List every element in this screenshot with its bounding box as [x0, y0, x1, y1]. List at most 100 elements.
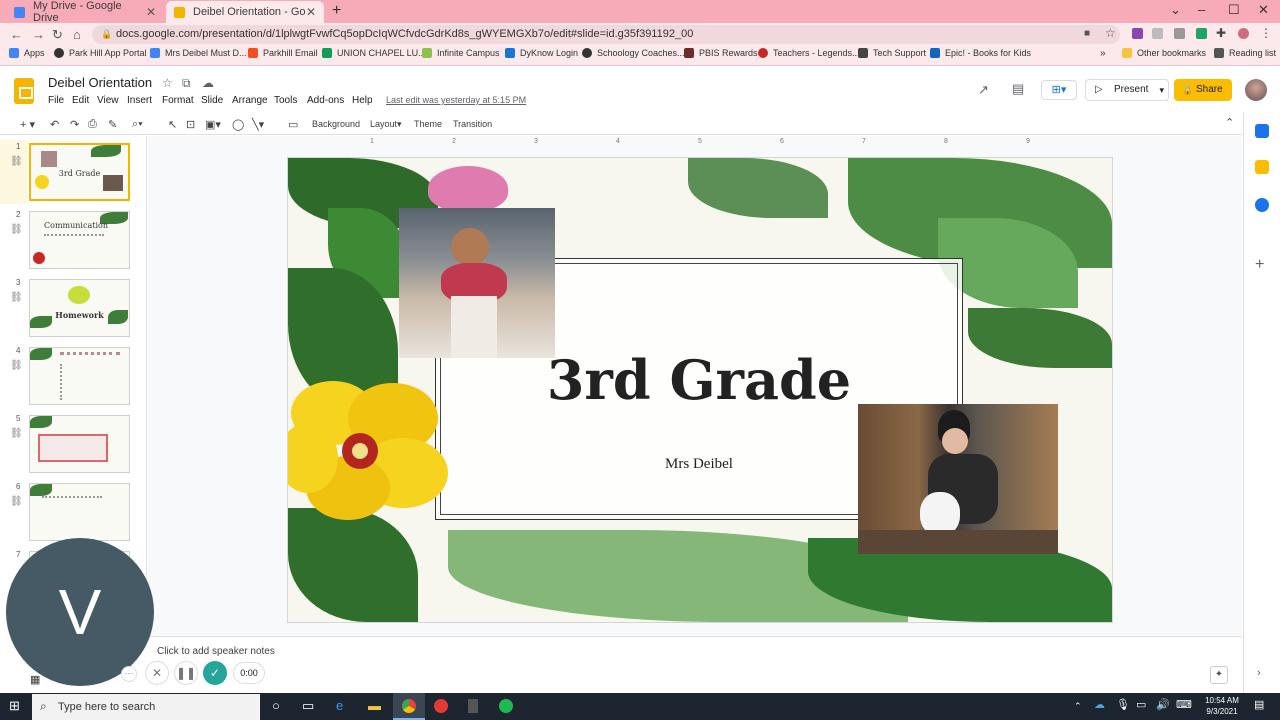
recorder-cancel-button[interactable]: ✕: [145, 661, 169, 685]
bookmark-item[interactable]: Epic! - Books for Kids: [930, 48, 1031, 58]
reload-icon[interactable]: ↻: [52, 27, 63, 43]
minimize-button[interactable]: –: [1198, 2, 1205, 17]
slide-thumbnail-2[interactable]: Communication: [29, 211, 130, 269]
extensions-puzzle-icon[interactable]: ✚: [1216, 26, 1226, 40]
document-title[interactable]: Deibel Orientation: [48, 75, 152, 90]
slide-thumbnail-4[interactable]: [29, 347, 130, 405]
bookmark-item[interactable]: DyKnow Login: [505, 48, 578, 58]
bookmark-item[interactable]: Infinite Campus: [422, 48, 500, 58]
menu-add-ons[interactable]: Add-ons: [307, 95, 344, 106]
image-icon[interactable]: ▣▾: [205, 118, 221, 131]
home-icon[interactable]: ⌂: [73, 27, 81, 42]
app-icon[interactable]: [434, 699, 448, 713]
slide-thumbnail-3[interactable]: Homework: [29, 279, 130, 337]
calendar-icon[interactable]: [1255, 124, 1269, 138]
camera-icon[interactable]: ■: [1084, 28, 1090, 39]
spotify-icon[interactable]: [499, 699, 513, 713]
bookmark-item[interactable]: Parkhill Email: [248, 48, 318, 58]
forward-icon[interactable]: →: [32, 27, 45, 42]
present-button[interactable]: ▷ Present ▾: [1085, 79, 1169, 101]
bookmark-item[interactable]: Mrs Deibel Must D...: [150, 48, 247, 58]
speaker-notes-area[interactable]: [148, 636, 1242, 666]
url-input[interactable]: docs.google.com/presentation/d/1lplwgtFv…: [92, 25, 1120, 44]
layout-button[interactable]: Layout▾: [370, 119, 402, 130]
menu-arrange[interactable]: Arrange: [232, 95, 268, 106]
teacher-photo-with-dog[interactable]: [858, 404, 1058, 554]
menu-format[interactable]: Format: [162, 95, 194, 106]
notifications-icon[interactable]: ▤: [1254, 698, 1264, 711]
explore-icon[interactable]: ✦: [1210, 666, 1228, 684]
get-add-ons-plus-icon[interactable]: +: [1255, 256, 1264, 274]
share-button[interactable]: 🔒 Share: [1174, 79, 1232, 101]
file-explorer-icon[interactable]: ▬: [368, 698, 381, 713]
onedrive-icon[interactable]: ☁: [1094, 698, 1105, 711]
menu-edit[interactable]: Edit: [72, 95, 89, 106]
tasks-icon[interactable]: [1255, 198, 1269, 212]
extension-icon[interactable]: [1174, 28, 1185, 39]
windows-start-icon[interactable]: ⊞: [9, 698, 20, 714]
filmstrip-view-icon[interactable]: ▦: [30, 673, 40, 686]
maximize-button[interactable]: ☐: [1228, 2, 1240, 18]
account-avatar[interactable]: [1245, 79, 1267, 101]
tab-deibel-orientation[interactable]: Deibel Orientation - Google Slid ✕: [166, 1, 324, 23]
more-bookmarks-icon[interactable]: »: [1100, 48, 1106, 59]
back-icon[interactable]: ←: [10, 27, 23, 42]
microphone-icon[interactable]: 🎙: [1116, 698, 1130, 711]
task-view-icon[interactable]: ▭: [302, 698, 314, 714]
recorder-more-icon[interactable]: ···: [121, 666, 137, 682]
bookmark-apps[interactable]: Apps: [9, 48, 45, 58]
menu-view[interactable]: View: [97, 95, 119, 106]
volume-icon[interactable]: 🔊: [1156, 698, 1170, 711]
slide-thumbnail-6[interactable]: [29, 483, 130, 541]
tray-chevron-icon[interactable]: ⌃: [1074, 701, 1082, 712]
bookmark-item[interactable]: Teachers - Legends...: [758, 48, 860, 58]
menu-tools[interactable]: Tools: [274, 95, 297, 106]
speaker-notes-placeholder[interactable]: Click to add speaker notes: [157, 646, 275, 657]
new-meeting-button[interactable]: ⊞▾: [1041, 80, 1077, 100]
shape-icon[interactable]: ◯: [232, 118, 244, 131]
keep-icon[interactable]: [1255, 160, 1269, 174]
recorder-pause-button[interactable]: ❚❚: [174, 661, 198, 685]
app-icon[interactable]: [468, 699, 478, 713]
paint-format-icon[interactable]: ✎: [108, 118, 117, 131]
new-tab-button[interactable]: +: [332, 2, 341, 20]
comment-add-icon[interactable]: ▭: [288, 118, 298, 131]
print-icon[interactable]: ⎙: [88, 118, 97, 131]
activity-trend-icon[interactable]: ↗: [978, 82, 989, 98]
bookmark-item[interactable]: PBIS Rewards: [684, 48, 758, 58]
last-edit-link[interactable]: Last edit was yesterday at 5:15 PM: [386, 95, 526, 105]
close-tab-icon[interactable]: ✕: [306, 5, 316, 19]
cloud-saved-icon[interactable]: ☁: [202, 76, 214, 90]
zoom-icon[interactable]: ⌕▾: [132, 118, 143, 131]
teacher-photo-with-flowers[interactable]: [399, 208, 555, 358]
present-dropdown-icon[interactable]: ▾: [1159, 80, 1164, 100]
line-icon[interactable]: ╲▾: [252, 118, 264, 131]
reading-list[interactable]: Reading list: [1214, 48, 1276, 58]
other-bookmarks[interactable]: Other bookmarks: [1122, 48, 1206, 58]
recorder-finish-button[interactable]: ✓: [203, 661, 227, 685]
menu-help[interactable]: Help: [352, 95, 373, 106]
slide-thumbnail-1[interactable]: 3rd Grade: [29, 143, 130, 201]
close-window-button[interactable]: ✕: [1258, 2, 1269, 18]
bookmark-item[interactable]: Park Hill App Portal: [54, 48, 147, 58]
menu-file[interactable]: File: [48, 95, 64, 106]
close-tab-icon[interactable]: ✕: [146, 5, 156, 19]
profile-icon[interactable]: [1238, 28, 1249, 39]
edge-icon[interactable]: e: [336, 698, 343, 713]
keyboard-icon[interactable]: ⌨: [1176, 698, 1192, 711]
tab-my-drive[interactable]: My Drive - Google Drive ✕: [6, 0, 164, 24]
extension-icon[interactable]: [1152, 28, 1163, 39]
expand-side-panel-icon[interactable]: ›: [1257, 667, 1261, 679]
bookmark-item[interactable]: UNION CHAPEL LU...: [322, 48, 426, 58]
redo-icon[interactable]: ↷: [70, 118, 79, 131]
bookmark-item[interactable]: Tech Support: [858, 48, 926, 58]
bookmark-star-icon[interactable]: ☆: [1105, 26, 1116, 40]
menu-slide[interactable]: Slide: [201, 95, 223, 106]
extension-icon[interactable]: [1196, 28, 1207, 39]
extension-icon[interactable]: [1132, 28, 1143, 39]
undo-icon[interactable]: ↶: [50, 118, 59, 131]
new-slide-plus-icon[interactable]: + ▾: [20, 118, 35, 131]
comments-icon[interactable]: ▤: [1012, 81, 1024, 97]
menu-insert[interactable]: Insert: [127, 95, 152, 106]
collapse-toolbar-icon[interactable]: ⌃: [1225, 116, 1234, 129]
